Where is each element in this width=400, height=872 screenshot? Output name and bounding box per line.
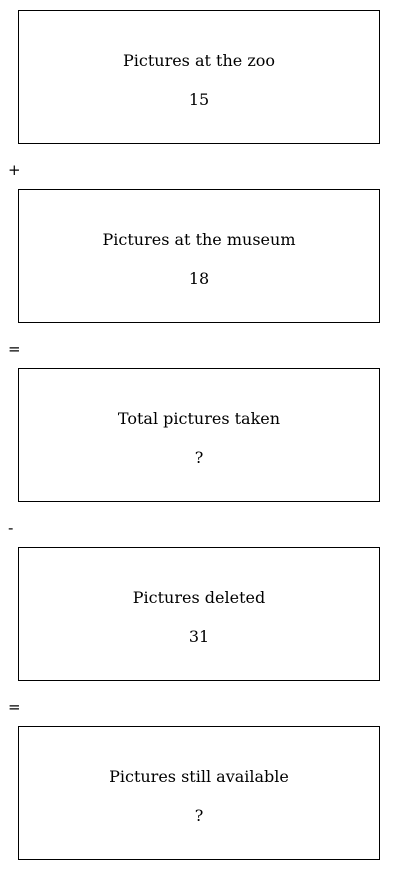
box-value: ?	[194, 448, 204, 467]
box-value: 15	[188, 90, 210, 109]
box-label: Pictures at the zoo	[122, 51, 276, 70]
box-value: ?	[194, 806, 204, 825]
box-label: Pictures deleted	[132, 588, 266, 607]
box-pictures-deleted: Pictures deleted 31	[18, 547, 380, 681]
plus-operator: +	[8, 161, 21, 179]
box-label: Total pictures taken	[117, 409, 281, 428]
box-label: Pictures at the museum	[102, 230, 296, 249]
box-pictures-still-available: Pictures still available ?	[18, 726, 380, 860]
minus-operator: -	[8, 519, 14, 537]
box-label: Pictures still available	[109, 767, 289, 786]
equals-operator: =	[8, 340, 21, 358]
box-value: 31	[188, 627, 210, 646]
box-pictures-at-museum: Pictures at the museum 18	[18, 189, 380, 323]
box-total-pictures-taken: Total pictures taken ?	[18, 368, 380, 502]
box-value: 18	[188, 269, 210, 288]
equals-operator: =	[8, 698, 21, 716]
box-pictures-at-zoo: Pictures at the zoo 15	[18, 10, 380, 144]
